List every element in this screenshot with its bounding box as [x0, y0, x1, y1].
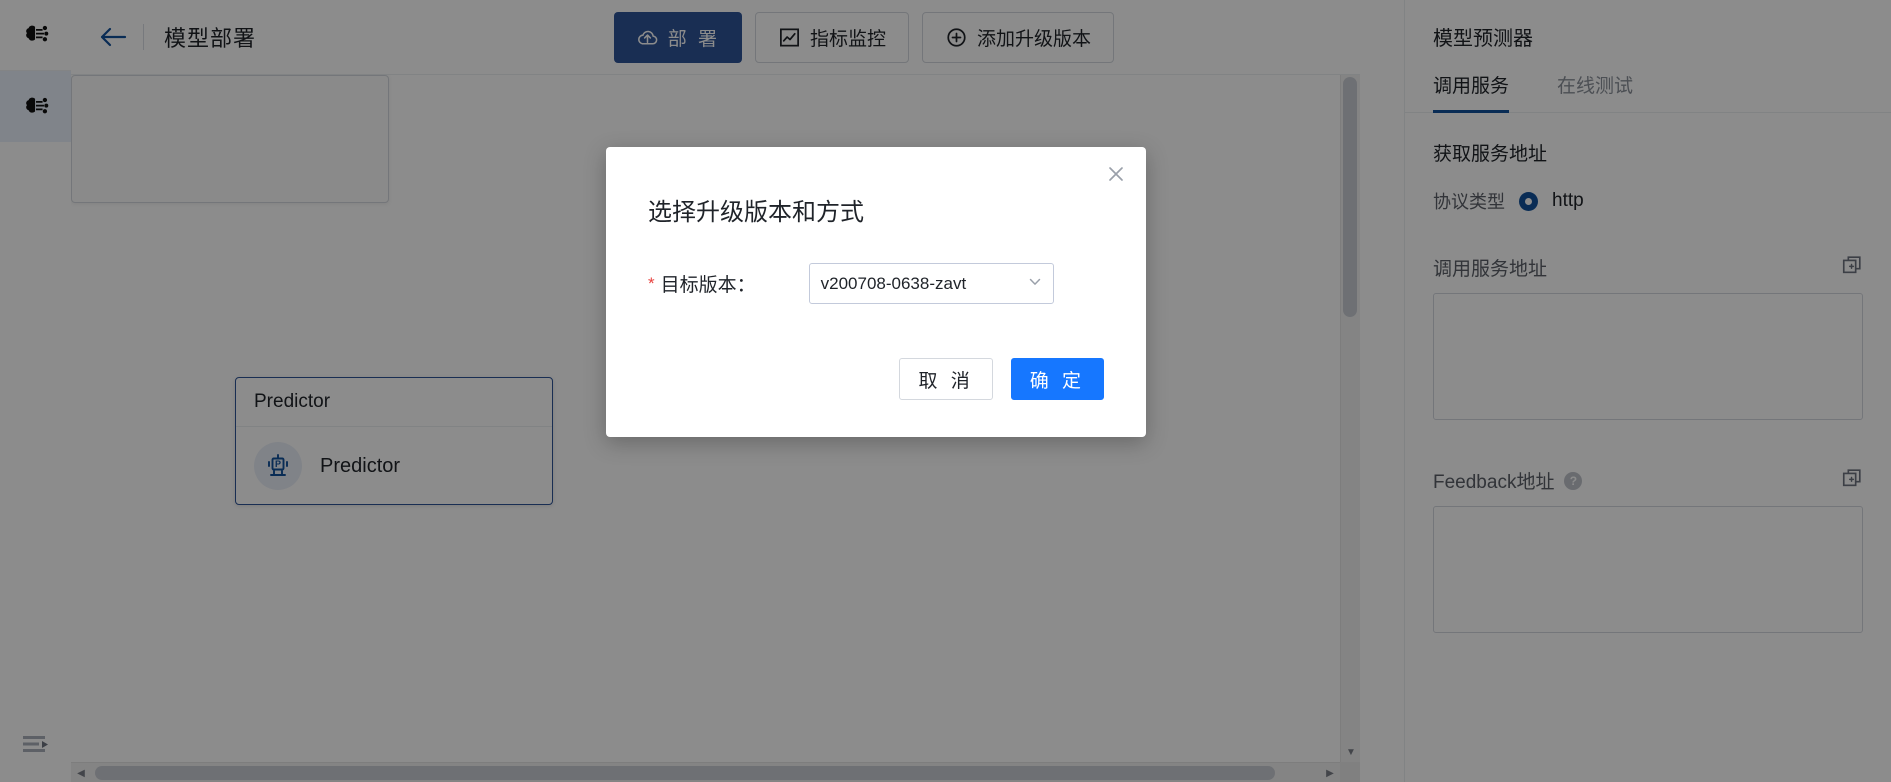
target-version-select[interactable]: v200708-0638-zavt [808, 263, 1054, 304]
modal-title: 选择升级版本和方式 [648, 199, 864, 226]
cancel-button[interactable]: 取 消 [899, 358, 993, 400]
confirm-button[interactable]: 确 定 [1010, 358, 1104, 400]
target-version-value: v200708-0638-zavt [820, 273, 967, 293]
modal-form-row: * 目标版本： v200708-0638-zavt [606, 227, 1146, 304]
app-root: 模型部署 部 署 指标监控 添加升级版本 Predictor P Predict… [0, 0, 1891, 782]
upgrade-version-modal: 选择升级版本和方式 * 目标版本： v200708-0638-zavt 取 消 … [606, 147, 1146, 437]
close-icon [1109, 167, 1123, 181]
modal-actions: 取 消 确 定 [899, 358, 1104, 400]
modal-close-button[interactable] [1103, 161, 1129, 187]
target-version-label: 目标版本： [660, 275, 756, 296]
required-marker: * [648, 274, 655, 293]
chevron-down-icon [1027, 273, 1043, 294]
